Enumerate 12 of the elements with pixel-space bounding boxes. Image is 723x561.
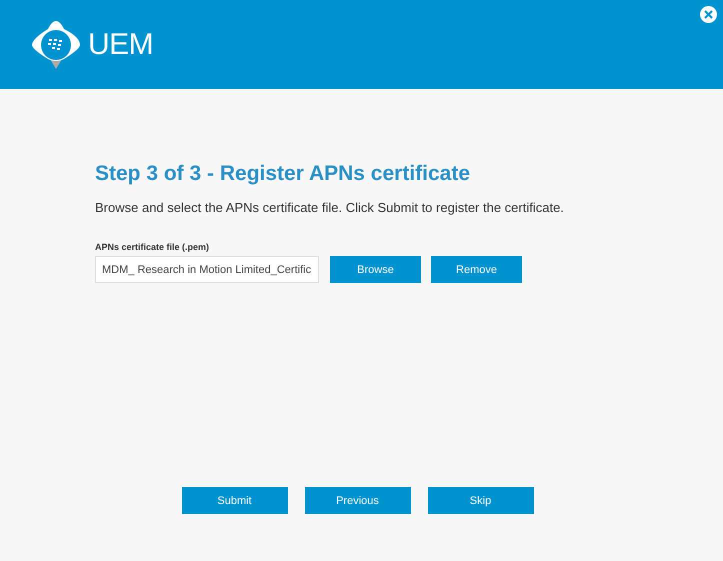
wizard-button[interactable]: Skip [428,487,534,514]
close-icon[interactable] [700,6,717,23]
logo-icon [30,18,82,70]
field-label: APNs certificate file (.pem) [95,242,210,252]
wizard-button[interactable]: Previous [304,487,410,514]
file-path-field[interactable]: MDM_ Research in Motion Limited_Certific [95,256,319,283]
file-action-button[interactable]: Remove [431,256,522,283]
page-title: Step 3 of 3 - Register APNs certificate [95,161,472,187]
logo-text: UEM [88,28,154,62]
file-action-button[interactable]: Browse [330,256,421,283]
wizard-button[interactable]: Submit [182,487,288,514]
instructions-text: Browse and select the APNs certificate file. Click Submit to register the certificate. [95,200,565,215]
